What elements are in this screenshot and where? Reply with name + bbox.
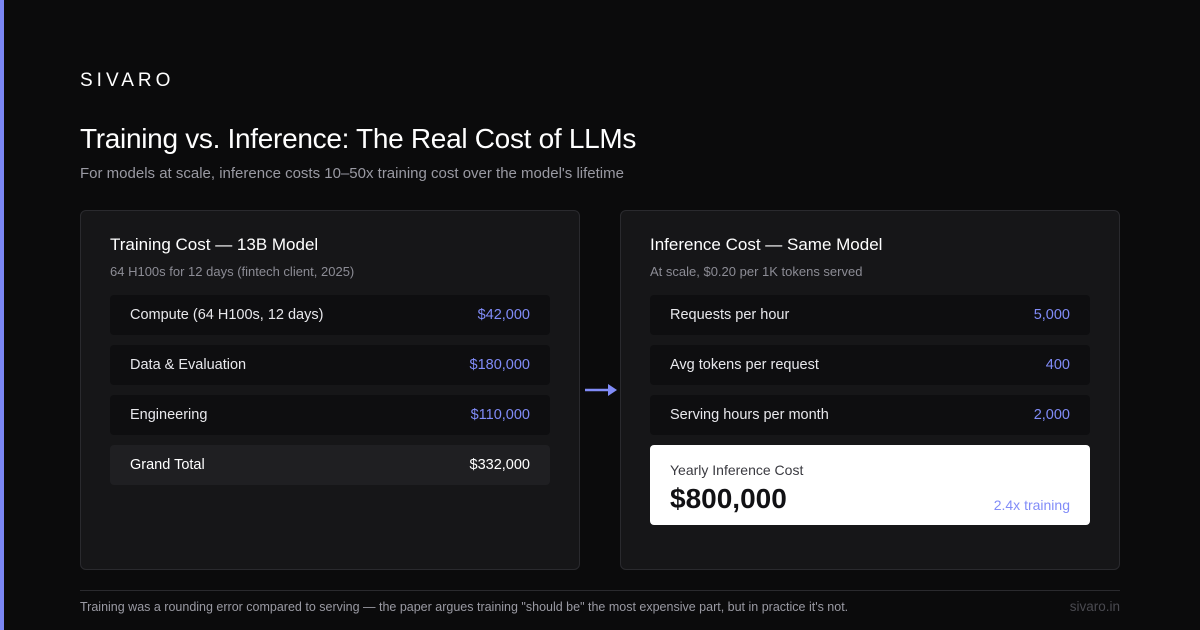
- page-subtitle: For models at scale, inference costs 10–…: [80, 165, 624, 182]
- inference-cost-rows: Requests per hour 5,000 Avg tokens per r…: [650, 295, 1090, 525]
- accent-bar: [0, 0, 4, 630]
- training-cost-card: Training Cost — 13B Model 64 H100s for 1…: [80, 210, 580, 570]
- metric-row-label: Avg tokens per request: [670, 357, 819, 373]
- footer-note: Training was a rounding error compared t…: [80, 600, 849, 614]
- footer-divider: [80, 590, 1120, 591]
- metric-row-label: Requests per hour: [670, 307, 790, 323]
- slide: SIVARO Training vs. Inference: The Real …: [0, 0, 1200, 630]
- cost-row-label: Engineering: [130, 407, 208, 423]
- metric-row-value: 2,000: [1033, 407, 1070, 423]
- inference-card-subtitle: At scale, $0.20 per 1K tokens served: [650, 264, 863, 279]
- metric-row-serving-hours: Serving hours per month 2,000: [650, 395, 1090, 435]
- metric-row-value: 5,000: [1033, 307, 1070, 323]
- metric-row-requests: Requests per hour 5,000: [650, 295, 1090, 335]
- inference-cost-card: Inference Cost — Same Model At scale, $0…: [620, 210, 1120, 570]
- cost-row-label: Compute (64 H100s, 12 days): [130, 307, 324, 323]
- grand-total-label: Grand Total: [130, 457, 205, 473]
- cost-row-label: Data & Evaluation: [130, 357, 247, 373]
- cost-row-data-evaluation: Data & Evaluation $180,000: [110, 345, 550, 385]
- footer-site-link[interactable]: sivaro.in: [1070, 599, 1120, 614]
- yearly-cost-value: $800,000: [670, 483, 787, 514]
- cost-row-value: $110,000: [470, 407, 530, 423]
- metric-row-avg-tokens: Avg tokens per request 400: [650, 345, 1090, 385]
- training-card-subtitle: 64 H100s for 12 days (fintech client, 20…: [110, 264, 355, 279]
- training-cost-rows: Compute (64 H100s, 12 days) $42,000 Data…: [110, 295, 550, 495]
- inference-card-title: Inference Cost — Same Model: [650, 235, 883, 254]
- metric-row-label: Serving hours per month: [670, 407, 829, 423]
- grand-total-value: $332,000: [469, 457, 530, 473]
- brand-logo: SIVARO: [80, 70, 175, 91]
- cost-row-value: $42,000: [477, 307, 530, 323]
- yearly-inference-cost-panel: Yearly Inference Cost $800,000 2.4x trai…: [650, 445, 1090, 525]
- yearly-cost-ratio: 2.4x training: [993, 497, 1070, 513]
- cost-row-engineering: Engineering $110,000: [110, 395, 550, 435]
- metric-row-value: 400: [1045, 357, 1070, 373]
- training-card-title: Training Cost — 13B Model: [110, 235, 319, 254]
- page-title: Training vs. Inference: The Real Cost of…: [80, 123, 637, 154]
- cost-row-value: $180,000: [469, 357, 530, 373]
- yearly-cost-label: Yearly Inference Cost: [670, 462, 804, 478]
- cost-row-grand-total: Grand Total $332,000: [110, 445, 550, 485]
- arrow-right-icon: [585, 384, 617, 396]
- cost-row-compute: Compute (64 H100s, 12 days) $42,000: [110, 295, 550, 335]
